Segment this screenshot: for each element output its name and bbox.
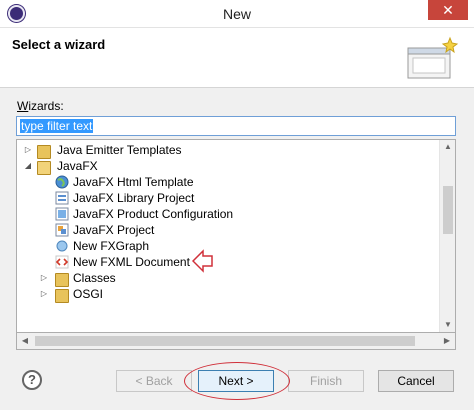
product-config-icon — [55, 207, 69, 221]
back-button[interactable]: < Back — [116, 370, 192, 392]
expand-arrow-icon[interactable]: ▷ — [39, 270, 49, 286]
wizards-label: Wizards: — [17, 99, 64, 113]
close-button[interactable]: ✕ — [428, 0, 468, 20]
scroll-left-icon[interactable]: ◀ — [17, 333, 33, 349]
tree-item-new-fxml-document[interactable]: New FXML Document — [17, 254, 437, 270]
expand-arrow-icon[interactable]: ▷ — [39, 286, 49, 302]
expand-arrow-icon[interactable]: ▷ — [23, 142, 33, 158]
fxgraph-icon — [56, 240, 68, 252]
tree-item-javafx-product-configuration[interactable]: JavaFX Product Configuration — [17, 206, 437, 222]
tree-item-new-fxgraph[interactable]: New FXGraph — [17, 238, 437, 254]
tree-item-classes[interactable]: ▷ Classes — [17, 270, 437, 287]
annotation-oval — [184, 362, 290, 400]
folder-open-icon — [37, 161, 51, 175]
horizontal-scroll-thumb[interactable] — [35, 336, 415, 346]
wizard-tree[interactable]: ▷ Java Emitter Templates ◢ JavaFX JavaFX… — [16, 139, 456, 333]
horizontal-scrollbar[interactable]: ◀ ▶ — [16, 333, 456, 350]
tree-item-osgi[interactable]: ▷ OSGI — [17, 286, 437, 303]
window-title: New — [222, 6, 251, 22]
tree-item-label: OSGI — [73, 287, 104, 301]
vertical-scrollbar[interactable]: ▲ ▼ — [439, 140, 455, 332]
tree-item-java-emitter-templates[interactable]: ▷ Java Emitter Templates — [17, 142, 437, 159]
tree-item-label: JavaFX — [57, 159, 98, 173]
tree-item-label: JavaFX Product Configuration — [73, 207, 234, 221]
tree-item-javafx-project[interactable]: JavaFX Project — [17, 222, 437, 238]
scroll-down-icon[interactable]: ▼ — [440, 318, 455, 332]
folder-icon — [37, 145, 51, 159]
folder-icon — [55, 289, 69, 303]
page-title: Select a wizard — [12, 37, 106, 52]
tree-item-javafx-library-project[interactable]: JavaFX Library Project — [17, 190, 437, 206]
folder-icon — [55, 273, 69, 287]
tree-item-label: JavaFX Library Project — [73, 191, 195, 205]
tree-item-label: New FXML Document — [73, 255, 190, 269]
globe-icon — [55, 175, 69, 189]
tree-item-javafx-html-template[interactable]: JavaFX Html Template — [17, 174, 437, 190]
project-icon — [55, 223, 69, 237]
tree-item-label: Java Emitter Templates — [57, 143, 182, 157]
tree-item-label: New FXGraph — [73, 239, 150, 253]
wizard-banner-icon — [407, 36, 459, 79]
collapse-arrow-icon[interactable]: ◢ — [23, 158, 33, 174]
wizard-selection-section: Wizards: type filter text ▷ Java Emitter… — [0, 89, 474, 401]
filter-placeholder-text: type filter text — [20, 119, 94, 133]
tree-item-label: JavaFX Html Template — [73, 175, 194, 189]
tree-item-label: JavaFX Project — [73, 223, 155, 237]
tree-item-label: Classes — [73, 271, 116, 285]
title-bar: New ✕ — [0, 0, 474, 28]
library-project-icon — [55, 191, 69, 205]
help-button[interactable]: ? — [22, 370, 42, 390]
annotation-arrow-icon — [192, 249, 213, 273]
filter-input[interactable]: type filter text — [16, 116, 456, 136]
wizard-header: Select a wizard — [0, 28, 474, 88]
tree-item-javafx[interactable]: ◢ JavaFX — [17, 158, 437, 175]
cancel-button[interactable]: Cancel — [378, 370, 454, 392]
scroll-up-icon[interactable]: ▲ — [440, 140, 455, 154]
finish-button[interactable]: Finish — [288, 370, 364, 392]
vertical-scroll-thumb[interactable] — [443, 186, 453, 234]
fxml-icon — [55, 255, 69, 269]
scroll-right-icon[interactable]: ▶ — [439, 333, 455, 349]
